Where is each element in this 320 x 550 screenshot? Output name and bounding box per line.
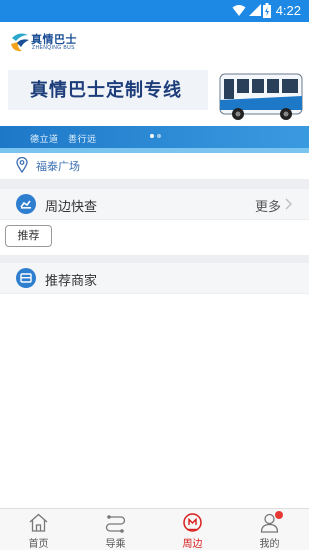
banner-pager <box>150 134 161 138</box>
banner-tagline: 德立道 善行远 <box>30 135 97 145</box>
nav-guide[interactable]: 导乘 <box>77 509 154 550</box>
current-location: 福泰广场 <box>36 160 80 173</box>
signal-icon <box>249 4 261 16</box>
status-bar: 4:22 <box>0 0 309 22</box>
nav-label: 导乘 <box>105 539 126 550</box>
promo-banner[interactable]: 真情巴士定制专线 德立道 善行远 <box>0 64 309 153</box>
app-logo: 真情巴士 ZHENQING BUS <box>9 30 89 56</box>
nav-home[interactable]: 首页 <box>0 509 77 550</box>
route-icon <box>105 515 126 533</box>
battery-icon <box>263 3 271 18</box>
pager-dot-active <box>150 134 154 138</box>
nav-label: 周边 <box>182 539 203 550</box>
banner-headline: 真情巴士定制专线 <box>30 80 182 101</box>
logo-mark-icon <box>11 33 29 52</box>
chevron-right-icon[interactable] <box>285 198 292 210</box>
pager-dot <box>157 134 161 138</box>
logo-subtext: ZHENQING BUS <box>32 45 75 51</box>
recommend-tag-button[interactable]: 推荐 <box>5 225 52 247</box>
merchants-title: 推荐商家 <box>45 274 98 289</box>
nav-profile[interactable]: 我的 <box>231 509 308 550</box>
shop-icon <box>16 268 36 288</box>
location-row[interactable]: 福泰广场 <box>0 153 309 179</box>
bus-illustration-icon <box>219 73 303 120</box>
app-screen: 4:22 真情巴士 ZHENQING BUS 真情巴士定制专线 德立道 善行远 <box>0 0 309 550</box>
home-icon <box>29 513 48 532</box>
divider <box>0 219 309 220</box>
more-link[interactable]: 更多 <box>255 196 281 215</box>
bottom-nav: 首页 导乘 周边 我的 <box>0 508 309 550</box>
quick-check-icon <box>16 194 36 214</box>
quick-check-header: 周边快查 更多 <box>0 189 309 219</box>
nav-label: 我的 <box>259 539 280 550</box>
divider <box>0 255 309 263</box>
quick-check-title: 周边快查 <box>45 200 98 215</box>
nav-nearby[interactable]: 周边 <box>154 509 231 550</box>
divider <box>0 293 309 294</box>
status-time: 4:22 <box>275 3 301 18</box>
nav-label: 首页 <box>28 539 49 550</box>
nearby-icon <box>183 513 202 532</box>
app-header: 真情巴士 ZHENQING BUS <box>0 22 309 64</box>
notification-badge <box>275 511 283 519</box>
divider <box>0 179 309 189</box>
merchants-header: 推荐商家 <box>0 263 309 293</box>
wifi-icon <box>232 5 246 16</box>
location-pin-icon <box>16 157 28 173</box>
